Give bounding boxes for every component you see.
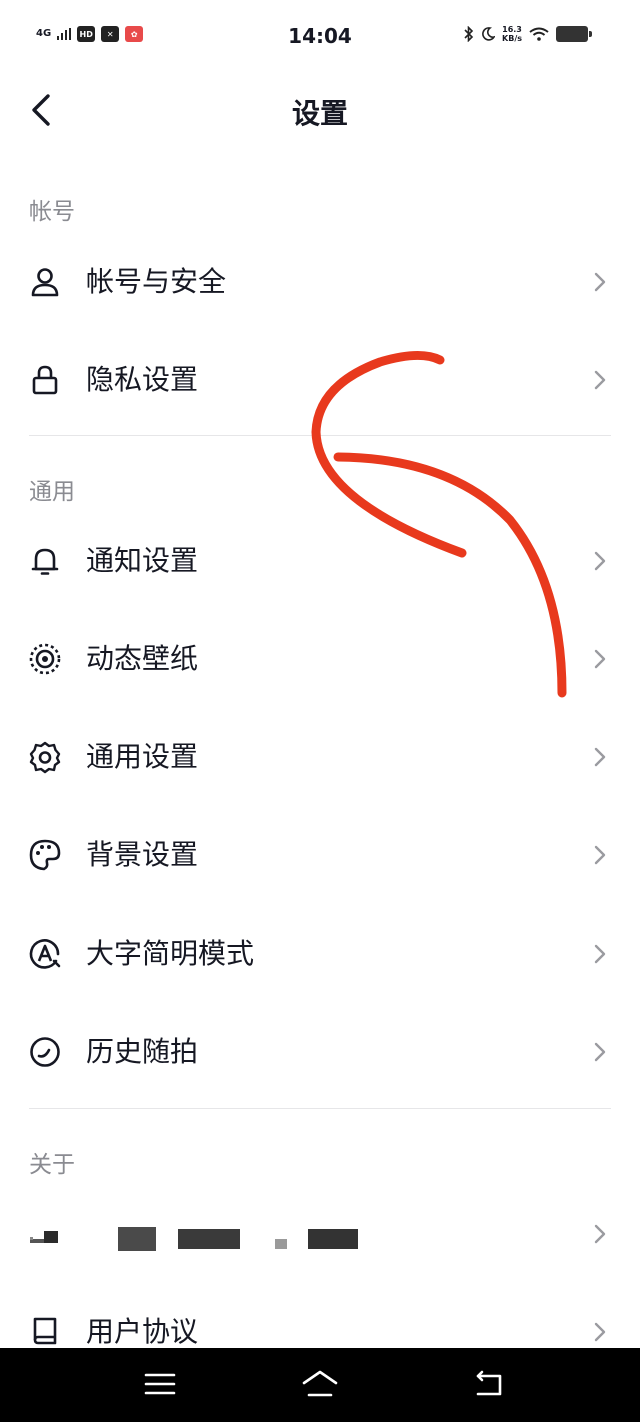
settings-item-label: 用户协议	[86, 1315, 199, 1348]
chevron-right-icon	[592, 647, 608, 671]
chevron-right-icon	[592, 270, 608, 294]
lock-icon	[28, 363, 62, 397]
live-wallpaper-icon	[28, 642, 62, 676]
settings-item-account-security[interactable]: 帐号与安全	[0, 233, 640, 331]
redacted-icon	[28, 1217, 62, 1251]
header: 设置	[0, 72, 640, 150]
chevron-right-icon	[592, 843, 608, 867]
chevron-right-icon	[592, 942, 608, 966]
pixelated-text	[178, 1229, 240, 1249]
section-divider	[29, 435, 611, 436]
chevron-right-icon	[592, 1222, 608, 1246]
return-icon	[476, 1370, 502, 1396]
settings-item-label: 帐号与安全	[86, 265, 227, 298]
section-label-general: 通用	[29, 479, 75, 505]
history-icon	[28, 1035, 62, 1069]
section-label-account: 帐号	[29, 199, 75, 225]
status-right-icons: 16.3 KB/s	[464, 25, 592, 43]
pixelated-text	[275, 1239, 287, 1249]
status-bar: 4G HD ✕ ✿ 14:04 16.3 KB/s	[0, 0, 640, 72]
section-label-about: 关于	[29, 1152, 75, 1178]
settings-item-privacy[interactable]: 隐私设置	[0, 331, 640, 429]
bluetooth-icon	[464, 26, 474, 42]
settings-item-background[interactable]: 背景设置	[0, 806, 640, 904]
chevron-right-icon	[592, 549, 608, 573]
gear-icon	[28, 740, 62, 774]
large-font-icon	[28, 937, 62, 971]
settings-item-large-font-mode[interactable]: 大字简明模式	[0, 905, 640, 1003]
pixelated-text	[308, 1229, 358, 1249]
battery-icon	[556, 26, 592, 42]
settings-item-label: 动态壁纸	[86, 642, 199, 675]
settings-item-label: 背景设置	[86, 838, 199, 871]
home-icon	[302, 1370, 338, 1397]
back-nav-button[interactable]	[468, 1366, 508, 1402]
palette-icon	[28, 838, 62, 872]
pixelated-text	[118, 1227, 156, 1251]
net-speed: 16.3 KB/s	[502, 25, 522, 43]
moon-icon	[482, 27, 496, 41]
settings-item-label: 通用设置	[86, 740, 199, 773]
settings-item-notifications[interactable]: 通知设置	[0, 512, 640, 610]
book-icon	[28, 1315, 62, 1349]
chevron-right-icon	[592, 1320, 608, 1344]
system-nav-bar	[0, 1348, 640, 1422]
settings-item-history-snapshots[interactable]: 历史随拍	[0, 1003, 640, 1101]
chevron-right-icon	[592, 1040, 608, 1064]
settings-item-general[interactable]: 通用设置	[0, 708, 640, 806]
settings-item-label: 大字简明模式	[86, 937, 255, 970]
menu-icon	[144, 1373, 176, 1395]
page-title: 设置	[291, 97, 348, 130]
settings-item-redacted[interactable]	[0, 1185, 640, 1283]
user-icon	[28, 265, 62, 299]
section-divider	[29, 1108, 611, 1109]
chevron-right-icon	[592, 745, 608, 769]
bell-icon	[28, 544, 62, 578]
chevron-right-icon	[592, 368, 608, 392]
settings-item-label: 历史随拍	[86, 1035, 199, 1068]
settings-item-live-wallpaper[interactable]: 动态壁纸	[0, 610, 640, 708]
settings-item-label: 通知设置	[86, 544, 199, 577]
wifi-icon	[529, 27, 549, 41]
settings-item-label: 隐私设置	[86, 363, 199, 396]
menu-nav-button[interactable]	[140, 1366, 180, 1402]
home-nav-button[interactable]	[300, 1366, 340, 1402]
